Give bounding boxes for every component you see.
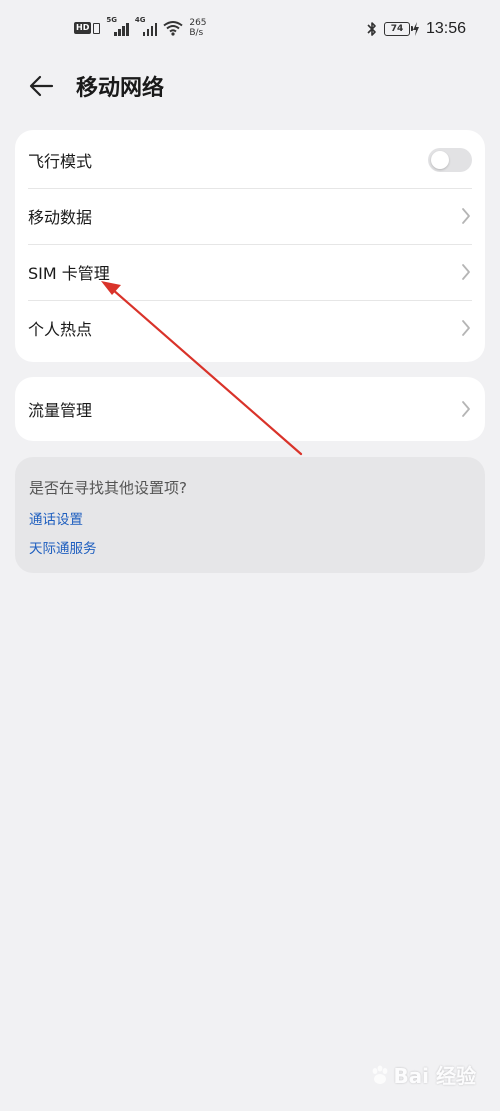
chevron-right-icon <box>462 320 470 336</box>
page-title: 移动网络 <box>76 76 165 101</box>
baidu-watermark: Bai 经验 <box>369 1060 476 1089</box>
watermark-text: Bai 经验 <box>393 1064 476 1088</box>
signal-5g-icon: 5G <box>106 16 129 36</box>
call-settings-link[interactable]: 通话设置 <box>29 508 83 528</box>
signal-5g-label: 5G <box>106 16 117 24</box>
suggestions-title: 是否在寻找其他设置项? <box>29 479 187 497</box>
status-bar: HD 5G 4G 265 B/s 74 13:56 <box>0 0 500 64</box>
airplane-mode-toggle[interactable] <box>428 148 472 172</box>
status-right: 74 13:56 <box>366 20 466 38</box>
settings-card: 飞行模式 移动数据 SIM 卡管理 个人热点 <box>15 130 485 362</box>
signal-4g-label: 4G <box>134 16 146 24</box>
battery-icon: 74 <box>383 22 413 36</box>
airplane-mode-label: 飞行模式 <box>28 152 93 171</box>
chevron-right-icon <box>462 264 470 280</box>
mobile-data-label: 移动数据 <box>28 208 93 227</box>
clock: 13:56 <box>425 20 466 37</box>
battery-group: 74 <box>383 22 420 36</box>
traffic-management-label: 流量管理 <box>28 401 93 420</box>
row-traffic-management[interactable]: 流量管理 <box>15 381 485 437</box>
wifi-icon <box>163 21 183 36</box>
hd-label: HD <box>74 22 92 34</box>
sim-icon <box>93 22 101 34</box>
network-speed-value: 265 <box>189 18 207 28</box>
hotspot-label: 个人热点 <box>28 320 93 339</box>
row-sim-management[interactable]: SIM 卡管理 <box>15 244 485 300</box>
chevron-right-icon <box>462 401 470 417</box>
skytone-service-link[interactable]: 天际通服务 <box>29 537 97 557</box>
sim-management-label: SIM 卡管理 <box>28 264 110 283</box>
back-arrow-icon[interactable] <box>28 72 56 100</box>
charging-icon <box>412 22 419 36</box>
row-hotspot[interactable]: 个人热点 <box>15 300 485 356</box>
hd-voice-icon: HD <box>74 22 101 34</box>
suggestions-panel: 是否在寻找其他设置项? 通话设置 天际通服务 <box>15 457 485 573</box>
network-speed-unit: B/s <box>189 28 204 38</box>
row-mobile-data[interactable]: 移动数据 <box>15 188 485 244</box>
bluetooth-icon <box>367 22 376 36</box>
status-left: HD 5G 4G 265 B/s <box>74 16 207 38</box>
traffic-card: 流量管理 <box>15 377 485 441</box>
signal-4g-icon: 4G <box>135 16 158 36</box>
paw-logo-icon <box>373 1065 388 1084</box>
chevron-right-icon <box>462 208 470 224</box>
row-airplane-mode[interactable]: 飞行模式 <box>15 132 485 188</box>
network-speed: 265 B/s <box>189 18 206 38</box>
battery-level: 74 <box>390 24 404 34</box>
toggle-knob <box>431 151 449 169</box>
